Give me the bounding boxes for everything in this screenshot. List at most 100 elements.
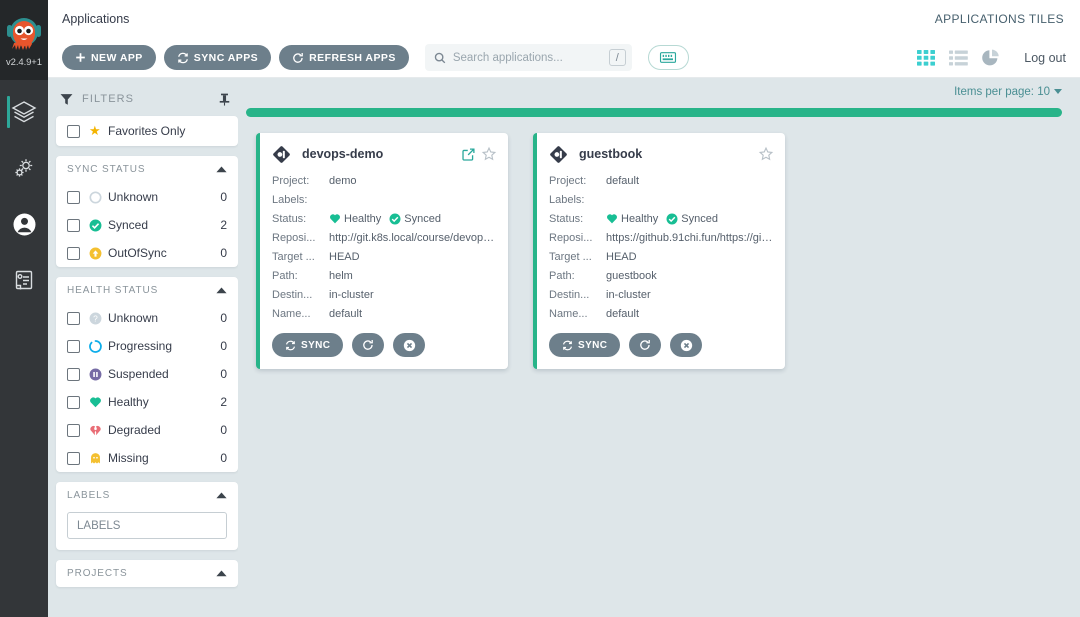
search-input[interactable] [452,51,609,64]
page-title: Applications [62,12,130,26]
view-tiles-button[interactable] [917,49,936,66]
target-revision-value: HEAD [329,250,360,263]
sync-apps-button[interactable]: SYNC APPS [163,45,272,70]
chevron-down-icon [1054,89,1062,94]
application-tile[interactable]: devops-demo Project: demo Labels: Status… [256,133,508,369]
filter-row-sync-synced[interactable]: Synced 2 [56,211,238,239]
view-pie-button[interactable] [981,49,1000,67]
label-health-unknown: Unknown [108,311,159,325]
checkbox-sync-unknown[interactable] [67,190,80,204]
favorites-only-row[interactable]: ★ Favorites Only [56,116,238,146]
tile-sync-button[interactable]: SYNC [272,333,344,357]
favorites-only-checkbox[interactable] [67,124,80,138]
checkbox-health-unknown[interactable] [67,311,80,325]
checkbox-health-progressing[interactable] [67,339,80,353]
pie-chart-icon [982,49,999,65]
project-key: Project: [549,174,587,187]
filter-row-health-suspended[interactable]: Suspended 0 [56,360,238,388]
view-mode-label[interactable]: APPLICATIONS TILES [935,12,1064,26]
logout-button[interactable]: Log out [1024,51,1066,65]
delete-circle-icon [403,339,416,351]
star-outline-icon[interactable] [481,146,497,161]
items-per-page-dropdown[interactable]: Items per page: 10 [954,86,1062,98]
target-revision-key: Target ... [272,250,315,263]
sync-status-badge: Synced [389,213,441,225]
brand-logo[interactable]: v2.4.9+1 [0,0,48,80]
filter-row-health-missing[interactable]: Missing 0 [56,444,238,472]
nav-item-user-info[interactable] [0,196,48,252]
filter-row-health-unknown[interactable]: ? Unknown 0 [56,304,238,332]
path-value: guestbook [606,269,657,282]
labels-key: Labels: [549,193,585,206]
application-name: guestbook [579,147,643,161]
keyboard-shortcuts-button[interactable] [647,45,689,70]
external-link-icon[interactable] [462,147,475,161]
labels-input[interactable] [67,512,227,539]
project-value: demo [329,174,357,187]
filter-row-health-healthy[interactable]: Healthy 2 [56,388,238,416]
projects-header[interactable]: PROJECTS [56,560,238,587]
tile-header: guestbook [549,143,774,165]
tile-refresh-button[interactable] [352,333,385,357]
tile-row-target-revision: Target ... HEAD [272,247,496,266]
star-filled-icon: ★ [89,123,101,138]
labels-header[interactable]: LABELS [56,482,238,509]
heart-broken-icon [89,424,104,436]
tile-delete-button[interactable] [670,333,703,357]
layers-icon [11,101,37,123]
labels-title: LABELS [67,490,111,501]
refresh-apps-label: REFRESH APPS [309,51,396,64]
tile-sync-button[interactable]: SYNC [549,333,621,357]
checkbox-health-degraded[interactable] [67,423,80,437]
new-app-button[interactable]: NEW APP [62,45,156,70]
count-health-degraded: 0 [220,423,227,437]
checkbox-sync-synced[interactable] [67,218,80,232]
filter-row-sync-outofsync[interactable]: OutOfSync 0 [56,239,238,267]
target-revision-key: Target ... [549,250,592,263]
tile-refresh-button[interactable] [629,333,662,357]
checkbox-sync-outofsync[interactable] [67,246,80,260]
tile-delete-button[interactable] [393,333,426,357]
question-circle-icon: ? [89,312,104,325]
namespace-value: default [329,307,363,320]
tile-row-labels: Labels: [272,190,496,209]
sync-icon [562,340,573,350]
checkbox-health-suspended[interactable] [67,367,80,381]
pin-icon[interactable] [219,93,230,106]
application-tile[interactable]: guestbook Project: default Labels: Statu… [533,133,785,369]
filter-row-health-degraded[interactable]: Degraded 0 [56,416,238,444]
sync-status-badge: Synced [666,213,718,225]
star-outline-icon[interactable] [758,146,774,161]
destination-key: Destin... [549,288,590,301]
tile-row-path: Path: helm [272,266,496,285]
grid-tiles-icon [917,49,936,66]
search-box[interactable]: / [424,44,632,71]
labels-input-wrap [56,509,238,550]
tile-row-status: Status: Healthy Synced [272,209,496,228]
checkbox-health-missing[interactable] [67,451,80,465]
nav-item-applications[interactable] [0,84,48,140]
checkbox-health-healthy[interactable] [67,395,80,409]
tile-actions: SYNC [272,333,496,357]
refresh-apps-button[interactable]: REFRESH APPS [279,45,409,70]
sync-status-header[interactable]: SYNC STATUS [56,156,238,183]
health-status-header[interactable]: HEALTH STATUS [56,277,238,304]
nav-item-documentation[interactable] [0,252,48,308]
svg-text:?: ? [93,313,98,323]
heart-icon [89,396,104,408]
filter-row-health-progressing[interactable]: Progressing 0 [56,332,238,360]
tile-header-actions [758,146,774,161]
status-key: Status: [549,212,584,225]
keyboard-icon [660,52,677,63]
refresh-icon [293,52,303,63]
argo-app-icon [550,145,567,163]
check-circle-icon [389,213,401,224]
filter-row-sync-unknown[interactable]: Unknown 0 [56,183,238,211]
tile-row-project: Project: default [549,171,773,190]
tile-row-labels: Labels: [549,190,773,209]
nav-item-settings[interactable] [0,140,48,196]
view-list-button[interactable] [949,50,969,66]
destination-value: in-cluster [606,288,651,301]
sync-apps-label: SYNC APPS [193,51,259,64]
filters-title: FILTERS [82,93,135,105]
